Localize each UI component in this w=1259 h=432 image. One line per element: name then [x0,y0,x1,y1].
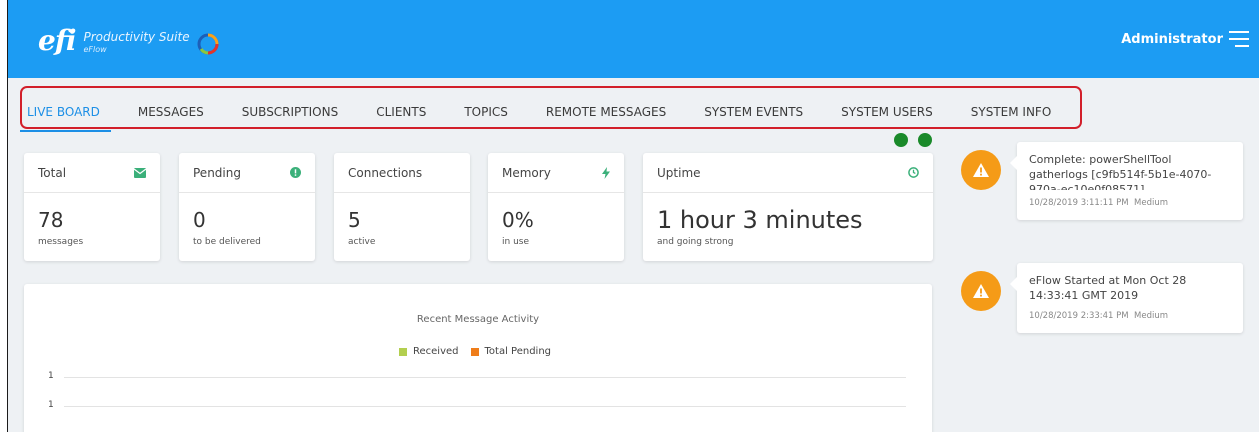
clock-icon [908,167,919,178]
event-card[interactable]: eFlow Started at Mon Oct 28 14:33:41 GMT… [1010,263,1243,333]
card-subtitle: and going strong [657,237,734,247]
app-window: efi Productivity Suite eFlow Administrat… [7,0,1259,432]
message-activity-chart: Recent Message Activity Received Total P… [24,284,932,432]
card-value: 5 [348,208,361,232]
stat-card-total: Total 78 messages [24,153,160,261]
event-time: 10/28/2019 2:33:41 PM [1029,311,1129,321]
brand-logo-text: efi [38,24,76,57]
card-subtitle: messages [38,237,84,247]
card-value: 0 [193,208,206,232]
card-title: Uptime [657,165,701,180]
event-card[interactable]: Complete: powerShellTool gatherlogs [c9f… [1010,142,1243,220]
card-subtitle: active [348,237,376,247]
card-value: 78 [38,208,64,232]
card-title: Connections [348,165,423,180]
warning-icon [961,150,1001,190]
status-dot-icon [918,133,932,147]
stat-card-memory: Memory 0% in use [488,153,624,261]
y-tick-label: 1 [48,371,54,381]
info-icon [290,167,301,178]
card-title: Pending [193,165,241,180]
status-dot-icon [894,133,908,147]
legend-label: Received [413,346,459,357]
product-subtitle: eFlow [83,45,107,54]
legend-item-total-pending[interactable]: Total Pending [470,346,552,357]
card-value: 1 hour 3 minutes [657,206,863,234]
event-meta: 10/28/2019 2:33:41 PM Medium [1029,311,1231,321]
warning-icon [961,271,1001,311]
event-time: 10/28/2019 3:11:11 PM [1029,198,1129,208]
y-tick-label: 1 [48,400,54,410]
product-name: Productivity Suite eFlow [84,30,190,56]
event-message: Complete: powerShellTool gatherlogs [c9f… [1029,153,1212,190]
legend-item-received[interactable]: Received [399,346,459,357]
grid-line [64,377,906,378]
card-header: Total [24,153,160,193]
stat-card-uptime: Uptime 1 hour 3 minutes and going strong [643,153,933,261]
stat-card-connections: Connections 5 active [334,153,470,261]
app-logo[interactable]: efi Productivity Suite eFlow [38,24,220,58]
envelope-icon [134,167,146,178]
event-message: eFlow Started at Mon Oct 28 14:33:41 GMT… [1029,274,1187,302]
card-header: Uptime [643,153,933,193]
legend-swatch-received [399,347,407,356]
card-header: Connections [334,153,470,193]
event-meta: 10/28/2019 3:11:11 PM Medium [1029,198,1231,208]
event-severity: Medium [1134,311,1169,321]
grid-line [64,406,906,407]
card-header: Memory [488,153,624,193]
swirl-logo-icon [197,33,219,55]
user-menu[interactable]: Administrator [1121,32,1223,47]
product-title: Productivity Suite [83,30,190,44]
card-header: Pending [179,153,315,193]
event-severity: Medium [1134,198,1169,208]
card-title: Memory [502,165,551,180]
hamburger-menu-icon[interactable] [1229,30,1249,48]
legend-swatch-total-pending [470,347,479,356]
chart-legend: Received Total Pending [399,346,563,357]
lightning-icon [602,166,610,179]
card-subtitle: in use [502,237,529,247]
card-value: 0% [502,208,534,232]
stat-card-pending: Pending 0 to be delivered [179,153,315,261]
top-bar: efi Productivity Suite eFlow Administrat… [8,0,1259,78]
card-subtitle: to be delivered [193,237,261,247]
legend-label: Total Pending [484,346,552,357]
card-title: Total [38,165,67,180]
nav-highlight-outline [20,86,1082,129]
chart-title: Recent Message Activity [416,314,540,325]
